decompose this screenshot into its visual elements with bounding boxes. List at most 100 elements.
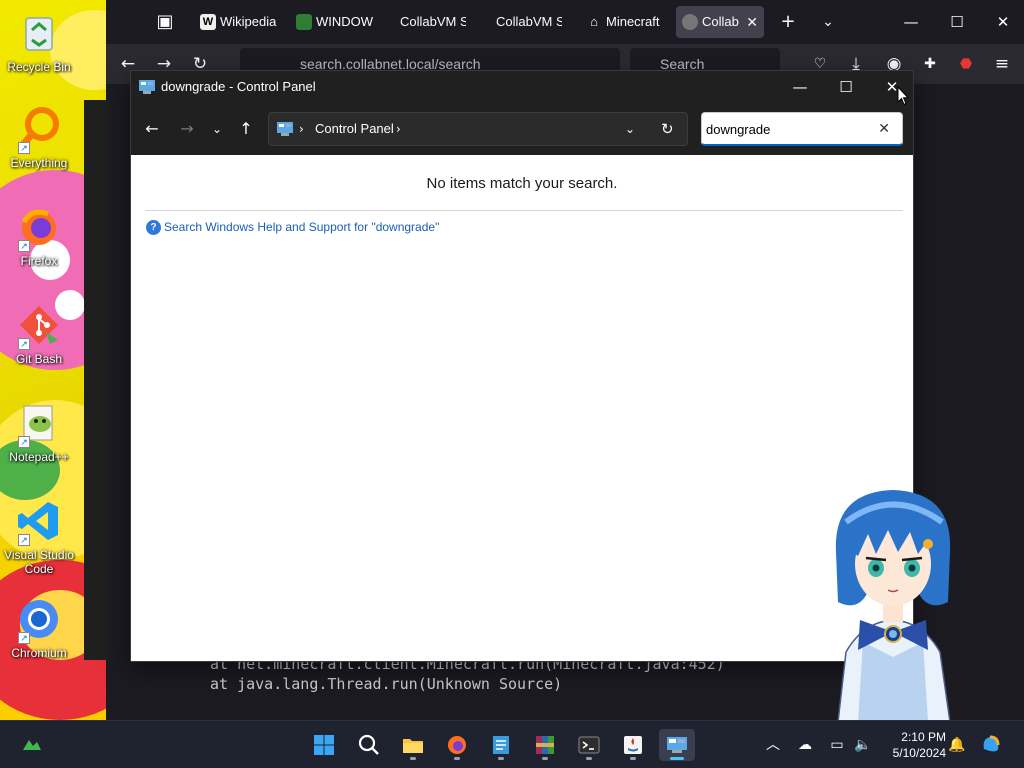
control-panel-toolbar: ← → ⌄ ↑ › Control Panel › ⌄ ↻ ✕ — [131, 103, 913, 155]
breadcrumb-chevron-icon[interactable]: › — [396, 113, 401, 145]
desktop-icon-label: Git Bash — [15, 352, 63, 366]
search-input[interactable] — [706, 118, 866, 140]
shortcut-arrow-icon: ↗ — [18, 142, 30, 154]
taskbar-firefox[interactable] — [439, 729, 475, 761]
browser-tab[interactable]: CollabVM Sea — [374, 6, 466, 38]
taskbar-file-explorer[interactable] — [395, 729, 431, 761]
minimize-icon[interactable]: — — [896, 8, 926, 36]
control-panel-titlebar[interactable]: downgrade - Control Panel — ☐ ✕ — [131, 71, 913, 103]
maximize-icon[interactable]: ☐ — [942, 8, 972, 36]
winrar-icon — [536, 736, 554, 754]
maximize-icon[interactable]: ☐ — [823, 71, 869, 103]
recent-locations-chevron-icon[interactable]: ⌄ — [203, 115, 231, 143]
close-icon[interactable]: ✕ — [988, 8, 1018, 36]
terminal-icon — [578, 736, 600, 754]
browser-tab[interactable]: W Wikipedia — [194, 6, 280, 38]
control-panel-icon — [667, 737, 687, 753]
taskbar-winrar[interactable] — [527, 729, 563, 761]
help-support-link[interactable]: ? Search Windows Help and Support for "d… — [146, 219, 439, 235]
search-icon — [358, 734, 379, 755]
desktop-icon-notepad-plus-plus[interactable]: ↗ Notepad++ — [2, 400, 76, 464]
minimize-icon[interactable]: — — [777, 71, 823, 103]
running-indicator — [630, 757, 636, 760]
control-panel-icon — [277, 122, 293, 136]
address-dropdown-chevron-icon[interactable]: ⌄ — [625, 113, 635, 145]
search-results-area: No items match your search. ? Search Win… — [131, 155, 913, 661]
notification-bell-icon[interactable]: 🔔 — [946, 733, 968, 757]
clear-search-icon[interactable]: ✕ — [878, 113, 890, 145]
refresh-icon[interactable]: ↻ — [661, 113, 674, 145]
taskbar-control-panel[interactable] — [659, 729, 695, 761]
copilot-icon[interactable] — [980, 733, 1002, 763]
windows-logo-icon — [314, 735, 334, 755]
back-icon[interactable]: ← — [138, 115, 166, 143]
breadcrumb-chevron-icon[interactable]: › — [299, 113, 304, 145]
search-box[interactable]: ✕ — [701, 112, 903, 146]
taskbar-notepad[interactable] — [483, 729, 519, 761]
volume-muted-icon[interactable]: 🔈 — [852, 733, 874, 757]
shortcut-arrow-icon: ↗ — [18, 240, 30, 252]
collab-icon — [682, 14, 698, 30]
taskbar-java[interactable] — [615, 729, 651, 761]
breadcrumb-control-panel[interactable]: Control Panel — [315, 113, 394, 145]
help-icon: ? — [146, 220, 161, 235]
folder-icon — [403, 739, 423, 753]
desktop-icon-git-bash[interactable]: ↗ Git Bash — [2, 302, 76, 366]
anime-character-mascot — [835, 490, 951, 722]
tab-list-chevron-icon[interactable]: ⌄ — [814, 8, 842, 36]
java-icon — [624, 736, 642, 754]
firefox-icon: ↗ — [16, 204, 62, 252]
clock-date: 5/10/2024 — [892, 746, 946, 760]
search-button[interactable] — [351, 729, 387, 761]
desktop-icon-recycle-bin[interactable]: Recycle Bin — [2, 10, 76, 74]
running-indicator — [670, 757, 684, 760]
running-indicator — [454, 757, 460, 760]
up-icon[interactable]: ↑ — [232, 115, 260, 143]
clock[interactable]: 2:10 PM 5/10/2024 — [880, 729, 946, 761]
show-hidden-icons-chevron-icon[interactable]: ︿ — [762, 733, 784, 757]
forward-icon[interactable]: → — [173, 115, 201, 143]
desktop-icon-label: Recycle Bin — [7, 60, 71, 74]
onedrive-icon[interactable]: ☁ — [794, 733, 816, 757]
desktop-icon-everything[interactable]: ↗ Everything — [2, 106, 76, 170]
desktop-icon-label: Everything — [10, 156, 68, 170]
notepad-icon — [493, 736, 509, 754]
green-app-icon — [296, 14, 312, 30]
widgets-icon — [23, 740, 41, 750]
side-pane — [84, 100, 108, 660]
display-icon[interactable]: ▭ — [826, 733, 848, 757]
extensions-icon[interactable]: ✚ — [916, 50, 944, 78]
menu-icon[interactable]: ≡ — [988, 50, 1016, 78]
new-tab-icon[interactable]: + — [774, 8, 802, 36]
vscode-icon: ↗ — [16, 498, 62, 546]
divider — [145, 210, 903, 211]
shortcut-arrow-icon: ↗ — [18, 338, 30, 350]
shortcut-arrow-icon: ↗ — [18, 632, 30, 644]
window-title: downgrade - Control Panel — [161, 79, 316, 94]
clock-time: 2:10 PM — [901, 730, 946, 744]
ublock-icon[interactable]: ⬣ — [952, 50, 980, 78]
wikipedia-icon: W — [200, 14, 216, 30]
desktop-icon-firefox[interactable]: ↗ Firefox — [2, 204, 76, 268]
address-bar[interactable]: › Control Panel › ⌄ ↻ — [268, 112, 688, 146]
browser-tab-active[interactable]: Collab ✕ — [676, 6, 764, 38]
browser-tab[interactable]: ⌂ Minecraft — [580, 6, 666, 38]
widgets-button[interactable] — [14, 729, 50, 761]
taskbar-terminal[interactable] — [571, 729, 607, 761]
close-tab-icon[interactable]: ✕ — [746, 6, 758, 38]
desktop-icon-label: Firefox — [20, 254, 58, 268]
recycle-bin-icon — [16, 10, 62, 56]
browser-tab-bar: ▣ W Wikipedia WINDOW CollabVM Sea Collab… — [106, 0, 1024, 44]
running-indicator — [498, 757, 504, 760]
tab-overview-icon[interactable]: ▣ — [151, 8, 179, 36]
browser-tab[interactable]: CollabVM Sea — [470, 6, 562, 38]
control-panel-icon — [139, 80, 155, 94]
desktop-icon-chromium[interactable]: ↗ Chromium — [2, 596, 76, 660]
browser-tab[interactable]: WINDOW — [290, 6, 376, 38]
desktop-icon-label: Visual Studio Code — [4, 548, 74, 576]
start-button[interactable] — [306, 729, 342, 761]
desktop-icon-vscode[interactable]: ↗ Visual Studio Code — [2, 498, 76, 576]
shortcut-arrow-icon: ↗ — [18, 534, 30, 546]
no-results-message: No items match your search. — [426, 175, 618, 192]
shortcut-arrow-icon: ↗ — [18, 436, 30, 448]
